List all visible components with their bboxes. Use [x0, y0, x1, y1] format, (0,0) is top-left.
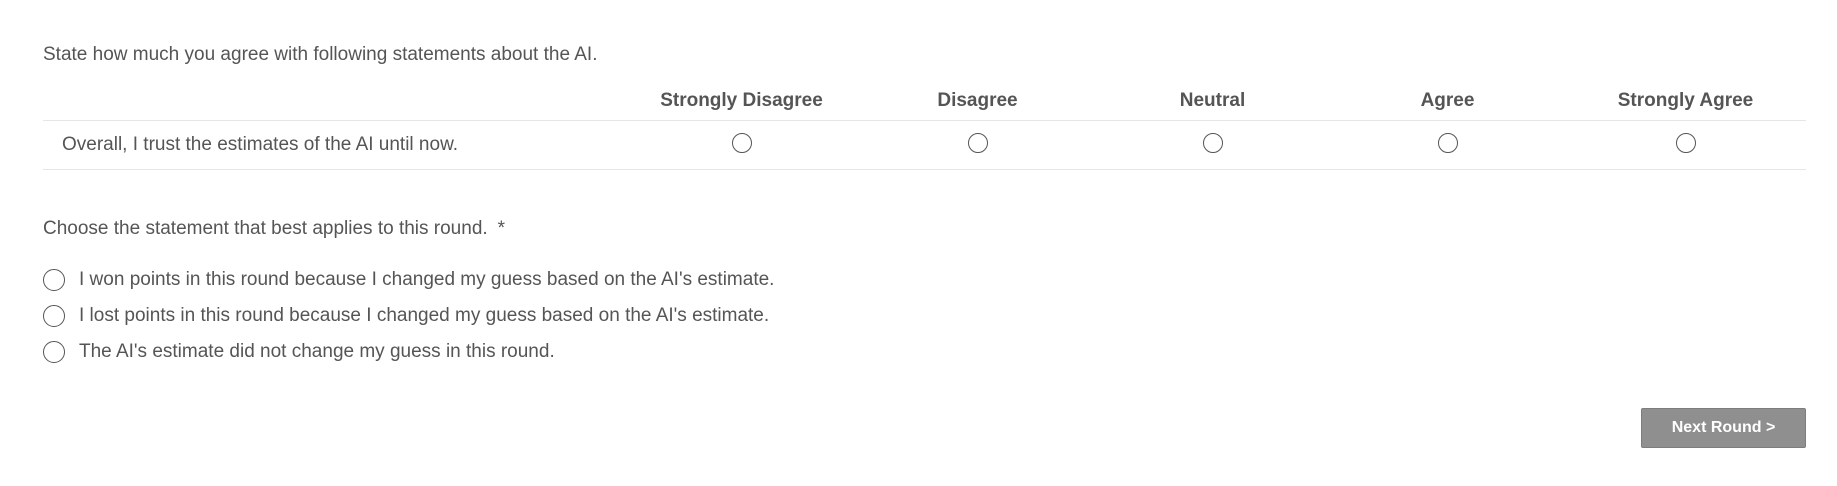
matrix-row-trust: Overall, I trust the estimates of the AI… — [43, 120, 1806, 170]
radio-strongly-disagree[interactable] — [731, 132, 752, 153]
radio-agree[interactable] — [1437, 132, 1458, 153]
choice-options: I won points in this round because I cha… — [43, 262, 774, 370]
radio-disagree[interactable] — [967, 132, 988, 153]
option-no-change[interactable]: The AI's estimate did not change my gues… — [43, 334, 774, 370]
option-radio[interactable] — [43, 341, 65, 363]
option-radio[interactable] — [43, 269, 65, 291]
option-label: I lost points in this round because I ch… — [79, 305, 770, 326]
option-radio[interactable] — [43, 305, 65, 327]
next-round-button[interactable]: Next Round > — [1641, 408, 1806, 448]
radio-strongly-agree[interactable] — [1675, 132, 1696, 153]
matrix-cell — [860, 120, 1095, 170]
required-asterisk: * — [497, 218, 506, 239]
column-agree: Agree — [1420, 90, 1475, 111]
matrix-cell — [1330, 120, 1565, 170]
option-label: The AI's estimate did not change my gues… — [79, 341, 555, 362]
matrix-header-row: Strongly Disagree Disagree Neutral Agree… — [43, 82, 1806, 121]
column-neutral: Neutral — [1179, 90, 1246, 111]
option-label: I won points in this round because I cha… — [79, 269, 775, 290]
column-strongly-disagree: Strongly Disagree — [660, 90, 823, 111]
matrix-cell — [1565, 120, 1806, 170]
column-strongly-agree: Strongly Agree — [1617, 90, 1754, 111]
radio-neutral[interactable] — [1202, 132, 1223, 153]
option-lost-points[interactable]: I lost points in this round because I ch… — [43, 298, 774, 334]
matrix-cell — [1095, 120, 1330, 170]
matrix-header-spacer — [43, 82, 623, 121]
option-won-points[interactable]: I won points in this round because I cha… — [43, 262, 774, 298]
choice-question-text: Choose the statement that best applies t… — [43, 218, 488, 239]
column-disagree: Disagree — [937, 90, 1018, 111]
likert-matrix: Strongly Disagree Disagree Neutral Agree… — [43, 82, 1806, 170]
matrix-question-text: State how much you agree with following … — [43, 44, 598, 65]
matrix-row-label: Overall, I trust the estimates of the AI… — [43, 120, 623, 170]
matrix-cell — [623, 120, 860, 170]
choice-question: Choose the statement that best applies t… — [43, 218, 505, 240]
